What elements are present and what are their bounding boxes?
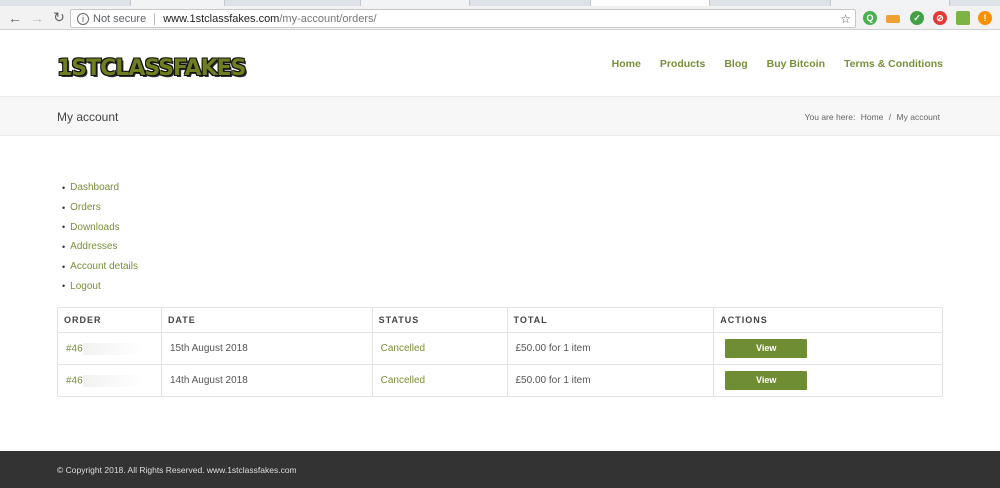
nav-blog[interactable]: Blog <box>724 58 747 70</box>
order-status: Cancelled <box>371 332 508 365</box>
url-host: www.1stclassfakes.com <box>163 12 280 25</box>
main-nav: Home Products Blog Buy Bitcoin Terms & C… <box>612 58 943 70</box>
nav-products[interactable]: Products <box>660 58 706 70</box>
bookmark-star-icon[interactable]: ☆ <box>840 12 851 26</box>
alert-extension-icon[interactable]: ! <box>978 11 992 25</box>
account-nav-orders[interactable]: Orders <box>62 198 138 218</box>
redaction-blur <box>82 342 143 355</box>
column-header-total: TOTAL <box>506 307 715 333</box>
order-total: £50.00 for 1 item <box>506 364 715 397</box>
order-status: Cancelled <box>371 364 508 397</box>
column-header-order: ORDER <box>57 307 162 333</box>
order-number[interactable]: #46 <box>66 375 83 386</box>
site-header: 1STCLASSFAKES Home Products Blog Buy Bit… <box>0 31 1000 96</box>
account-nav-addresses[interactable]: Addresses <box>62 237 138 257</box>
extension-icon[interactable]: ⊘ <box>933 11 947 25</box>
footer-copyright: © Copyright 2018. All Rights Reserved. w… <box>57 465 297 475</box>
site-logo[interactable]: 1STCLASSFAKES <box>57 56 247 81</box>
order-date: 14th August 2018 <box>160 364 373 397</box>
nav-buy-bitcoin[interactable]: Buy Bitcoin <box>767 58 825 70</box>
account-nav-account-details[interactable]: Account details <box>62 257 138 277</box>
column-header-actions: ACTIONS <box>713 307 943 333</box>
account-nav-logout[interactable]: Logout <box>62 276 138 296</box>
account-nav-downloads[interactable]: Downloads <box>62 217 138 237</box>
account-nav-dashboard[interactable]: Dashboard <box>62 178 138 198</box>
order-total: £50.00 for 1 item <box>506 332 715 365</box>
column-header-date: DATE <box>160 307 373 333</box>
breadcrumb-current: My account <box>896 112 940 122</box>
page-title: My account <box>57 110 119 124</box>
table-header-row: ORDER DATE STATUS TOTAL ACTIONS <box>57 307 943 333</box>
security-label: Not secure <box>93 12 147 25</box>
order-number-cell[interactable]: #46 <box>57 364 162 397</box>
order-date: 15th August 2018 <box>160 332 373 365</box>
column-header-status: STATUS <box>371 307 508 333</box>
nav-home[interactable]: Home <box>612 58 641 70</box>
order-actions: View <box>713 332 943 365</box>
divider <box>154 12 156 25</box>
site-footer: © Copyright 2018. All Rights Reserved. w… <box>0 451 1000 488</box>
reload-icon[interactable]: ↻ <box>50 9 68 27</box>
order-actions: View <box>713 364 943 397</box>
account-nav: Dashboard Orders Downloads Addresses Acc… <box>62 178 138 296</box>
forward-icon[interactable]: → <box>28 9 46 27</box>
orders-table: ORDER DATE STATUS TOTAL ACTIONS #46 15th… <box>57 307 943 397</box>
nav-terms[interactable]: Terms & Conditions <box>844 58 943 70</box>
order-number-cell[interactable]: #46 <box>57 332 162 365</box>
browser-toolbar: ← → ↻ i Not secure www.1stclassfakes.com… <box>0 6 1000 30</box>
order-number[interactable]: #46 <box>66 343 83 354</box>
view-order-button[interactable]: View <box>725 371 808 390</box>
info-icon[interactable]: i <box>77 12 89 25</box>
breadcrumb-prefix: You are here: <box>804 112 856 122</box>
redaction-blur <box>82 374 143 387</box>
breadcrumb-home[interactable]: Home <box>861 112 884 122</box>
extension-icon[interactable] <box>956 11 970 25</box>
table-row: #46 14th August 2018 Cancelled £50.00 fo… <box>57 364 943 397</box>
table-row: #46 15th August 2018 Cancelled £50.00 fo… <box>57 332 943 365</box>
page-title-bar: My account You are here: Home / My accou… <box>0 96 1000 136</box>
extension-icon[interactable]: Q <box>863 11 877 25</box>
breadcrumb-separator: / <box>888 112 892 122</box>
back-icon[interactable]: ← <box>6 9 24 27</box>
breadcrumb: You are here: Home / My account <box>802 112 940 122</box>
extension-icon[interactable] <box>886 15 900 23</box>
view-order-button[interactable]: View <box>725 339 808 358</box>
address-bar[interactable]: i Not secure www.1stclassfakes.com/my-ac… <box>70 9 856 28</box>
shield-extension-icon[interactable]: ✓ <box>910 11 924 25</box>
url-path: /my-account/orders/ <box>279 12 377 25</box>
